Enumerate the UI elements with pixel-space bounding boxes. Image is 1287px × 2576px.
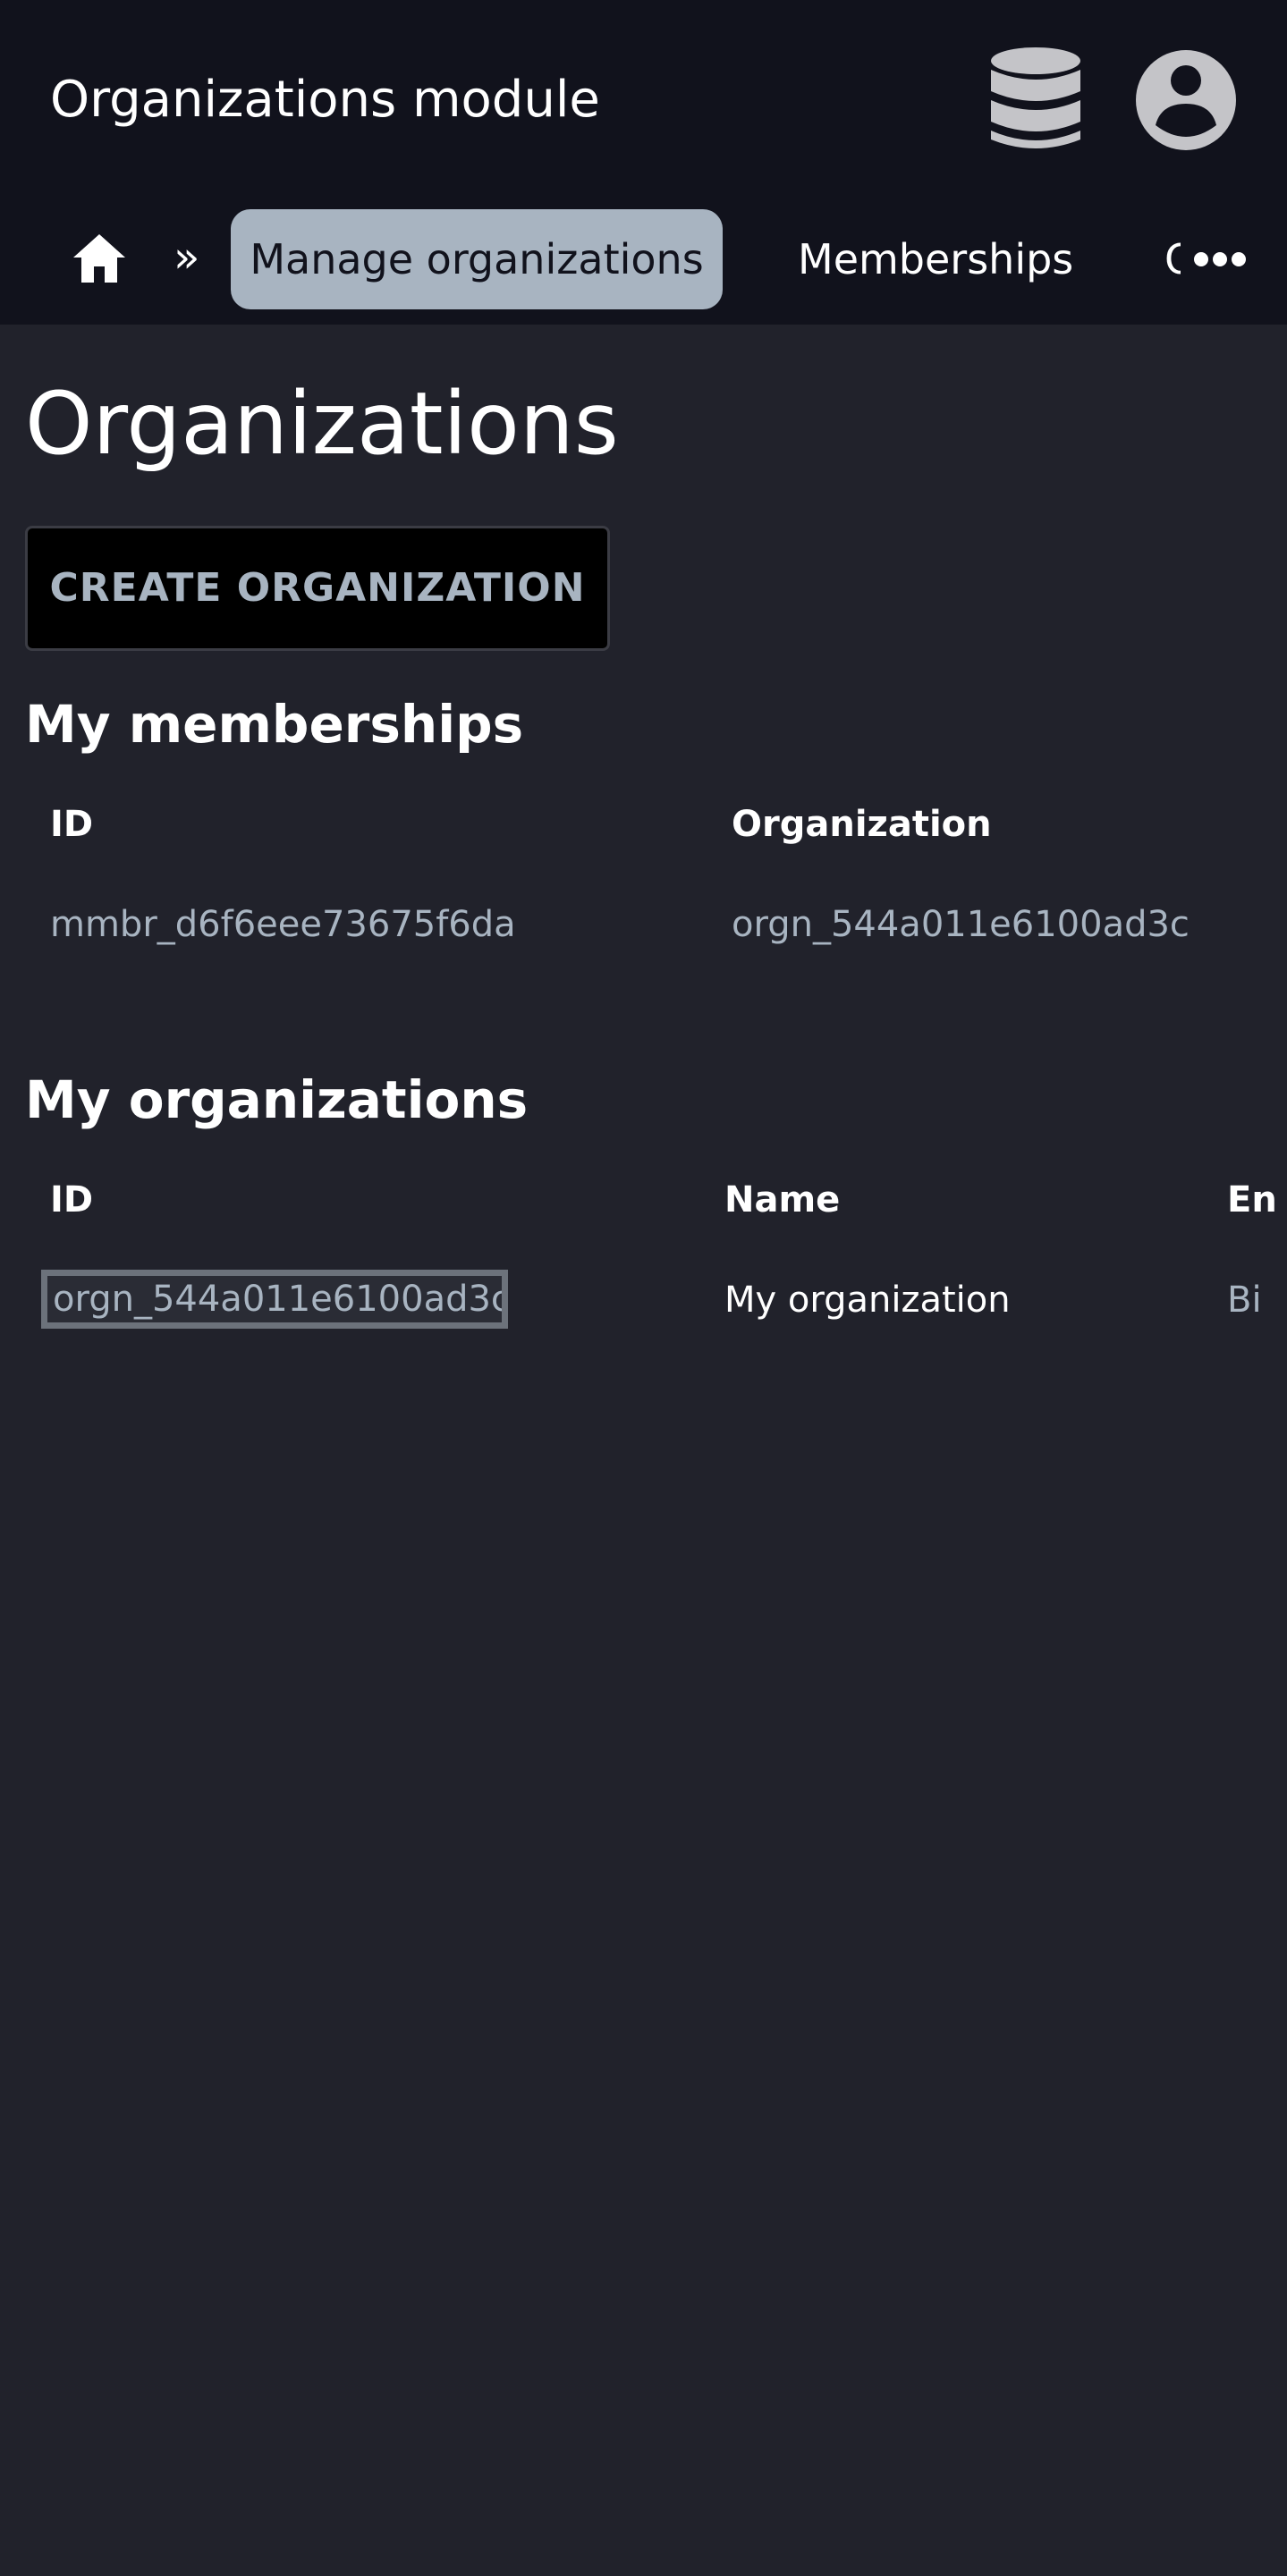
organizations-column-id[interactable]: ID: [50, 1175, 93, 1225]
membership-id-cell[interactable]: mmbr_d6f6eee73675f6da: [50, 899, 516, 950]
memberships-column-organization[interactable]: Organization: [732, 799, 992, 849]
memberships-section-title: My memberships: [25, 694, 524, 755]
database-icon[interactable]: [989, 46, 1082, 152]
organizations-column-partial[interactable]: En: [1227, 1175, 1287, 1225]
home-icon[interactable]: [72, 232, 127, 284]
organizations-section-title: My organizations: [25, 1069, 529, 1130]
membership-organization-cell[interactable]: orgn_544a011e6100ad3c: [732, 899, 1190, 950]
app-title: Organizations module: [50, 71, 600, 129]
memberships-column-id[interactable]: ID: [50, 799, 93, 849]
tab-overflow-partial[interactable]: O: [1164, 209, 1181, 309]
organization-name-cell[interactable]: My organization: [724, 1275, 1011, 1325]
organizations-column-name[interactable]: Name: [724, 1175, 840, 1225]
page-title: Organizations: [25, 374, 619, 474]
account-circle-icon[interactable]: [1134, 48, 1238, 152]
organization-id-cell[interactable]: orgn_544a011e6100ad3c: [41, 1270, 508, 1329]
breadcrumb-separator: »: [174, 232, 200, 283]
tab-manage-organizations[interactable]: Manage organizations: [231, 209, 723, 309]
create-organization-button[interactable]: CREATE ORGANIZATION: [25, 526, 610, 651]
tab-memberships[interactable]: Memberships: [798, 209, 1073, 309]
more-horizontal-icon[interactable]: [1193, 249, 1247, 270]
organization-partial-cell[interactable]: Bi: [1227, 1275, 1287, 1325]
